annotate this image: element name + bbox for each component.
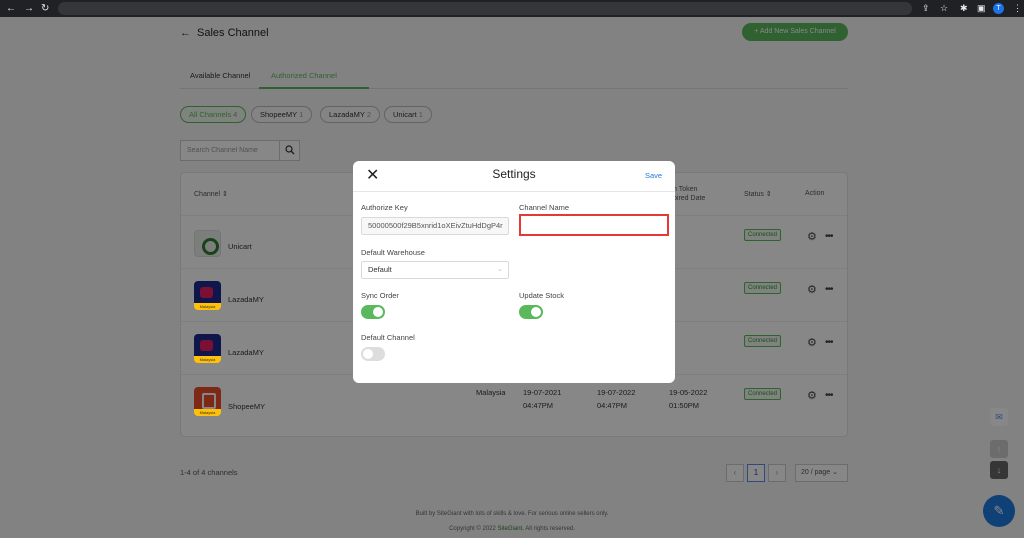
browser-reload-icon[interactable]: ↻: [41, 2, 49, 15]
default-channel-label: Default Channel: [361, 333, 415, 342]
settings-modal: ✕ Settings Save Authorize Key 50000500f2…: [353, 161, 675, 383]
modal-title: Settings: [492, 167, 536, 181]
chevron-down-icon: ⌄: [497, 266, 503, 273]
default-warehouse-select[interactable]: Default ⌄: [361, 261, 509, 279]
share-icon[interactable]: ⇪: [922, 2, 930, 15]
sync-order-label: Sync Order: [361, 291, 399, 300]
save-button[interactable]: Save: [645, 171, 662, 180]
update-stock-label: Update Stock: [519, 291, 565, 300]
channel-name-label: Channel Name: [519, 203, 570, 212]
default-warehouse-label: Default Warehouse: [361, 248, 425, 257]
browser-toolbar: ← → ↻ ⇪ ☆ ✱ ▣ T ⋮: [0, 0, 1024, 17]
authorize-key-label: Authorize Key: [361, 203, 408, 212]
bookmark-star-icon[interactable]: ☆: [940, 2, 948, 15]
side-panel-icon[interactable]: ▣: [977, 2, 986, 15]
browser-back-icon[interactable]: ←: [6, 2, 16, 15]
authorize-key-field[interactable]: 50000500f29B5xnrid1oXEivZtuHdDgP4r: [361, 217, 509, 235]
default-channel-toggle[interactable]: [361, 347, 385, 361]
extensions-icon[interactable]: ✱: [960, 2, 968, 15]
update-stock-toggle[interactable]: [519, 305, 543, 319]
browser-forward-icon[interactable]: →: [24, 2, 34, 15]
browser-menu-icon[interactable]: ⋮: [1013, 2, 1022, 15]
modal-header: ✕ Settings Save: [353, 161, 675, 192]
sync-order-toggle[interactable]: [361, 305, 385, 319]
address-bar[interactable]: [58, 2, 912, 15]
profile-avatar[interactable]: T: [993, 3, 1004, 14]
channel-name-input[interactable]: [519, 214, 669, 236]
